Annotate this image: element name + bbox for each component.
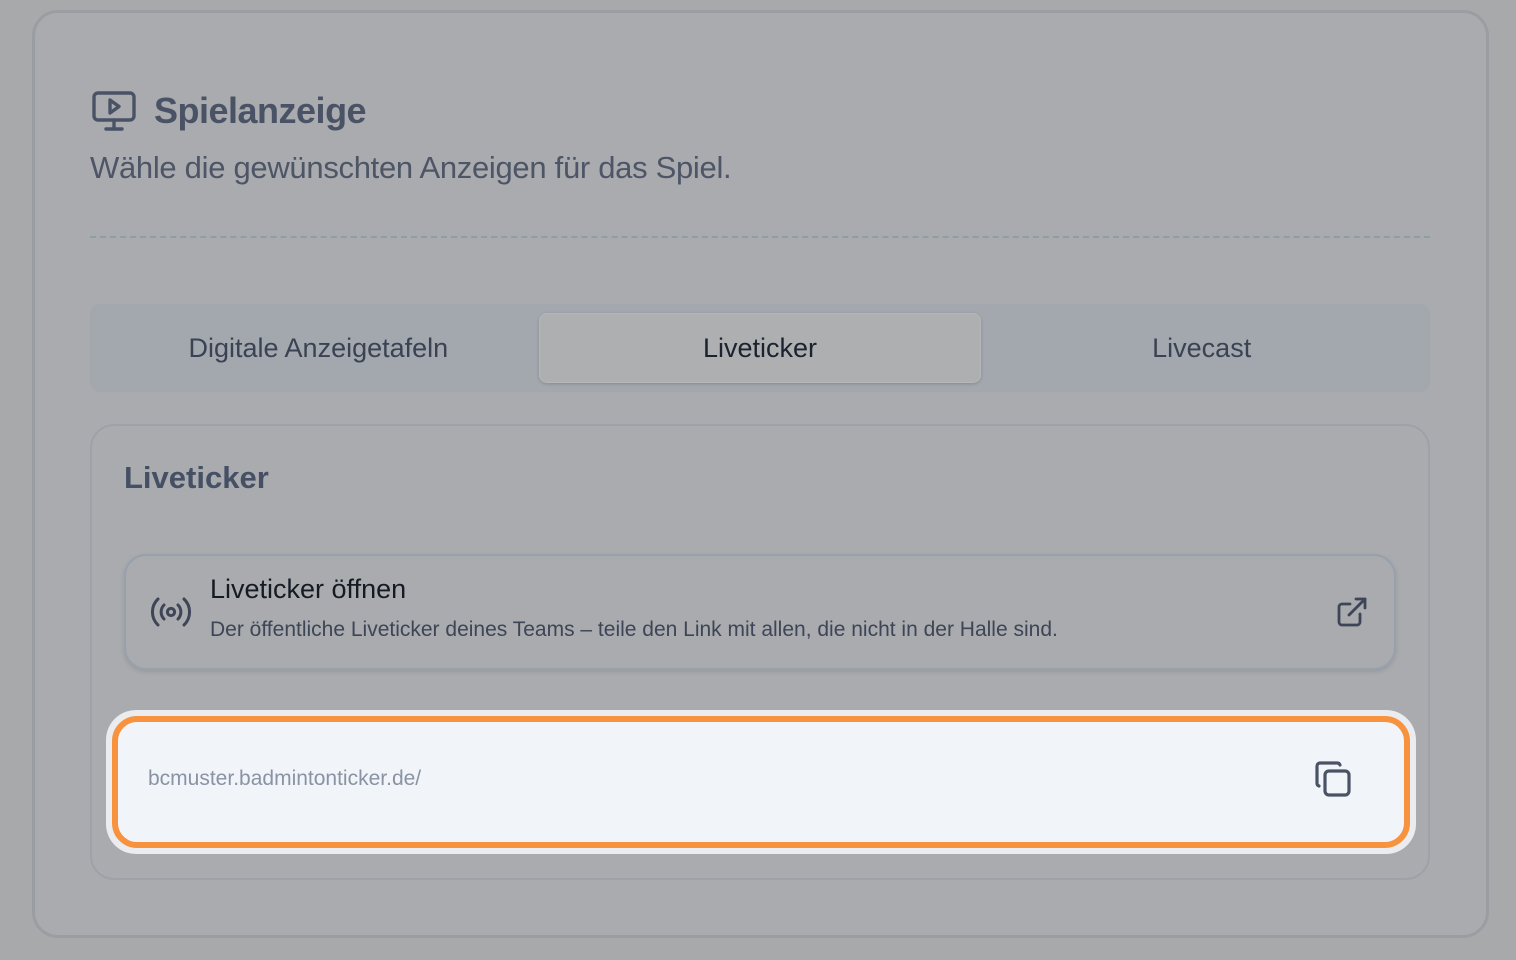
tab-digital-scoreboards[interactable]: Digitale Anzeigetafeln xyxy=(98,313,539,383)
display-tabs: Digitale Anzeigetafeln Liveticker Liveca… xyxy=(90,304,1430,392)
external-link-icon[interactable] xyxy=(1336,596,1368,628)
open-liveticker-card[interactable]: Liveticker öffnen Der öffentliche Liveti… xyxy=(124,554,1396,670)
broadcast-icon xyxy=(150,592,192,632)
monitor-play-icon xyxy=(90,88,138,134)
liveticker-link-input[interactable] xyxy=(148,760,1248,798)
page-title: Spielanzeige xyxy=(154,90,367,131)
dashed-divider xyxy=(90,236,1430,238)
tab-livecast[interactable]: Livecast xyxy=(981,313,1422,383)
panel-title: Liveticker xyxy=(124,460,269,495)
copy-icon[interactable] xyxy=(1312,758,1356,802)
open-liveticker-description: Der öffentliche Liveticker deines Teams … xyxy=(210,618,1058,641)
page-subtitle: Wähle die gewünschten Anzeigen für das S… xyxy=(90,150,732,185)
section-header: Spielanzeige xyxy=(90,88,367,134)
liveticker-link-field xyxy=(112,716,1410,848)
tab-liveticker[interactable]: Liveticker xyxy=(538,313,982,383)
liveticker-link-highlight xyxy=(106,710,1416,854)
open-liveticker-title: Liveticker öffnen xyxy=(210,574,407,604)
